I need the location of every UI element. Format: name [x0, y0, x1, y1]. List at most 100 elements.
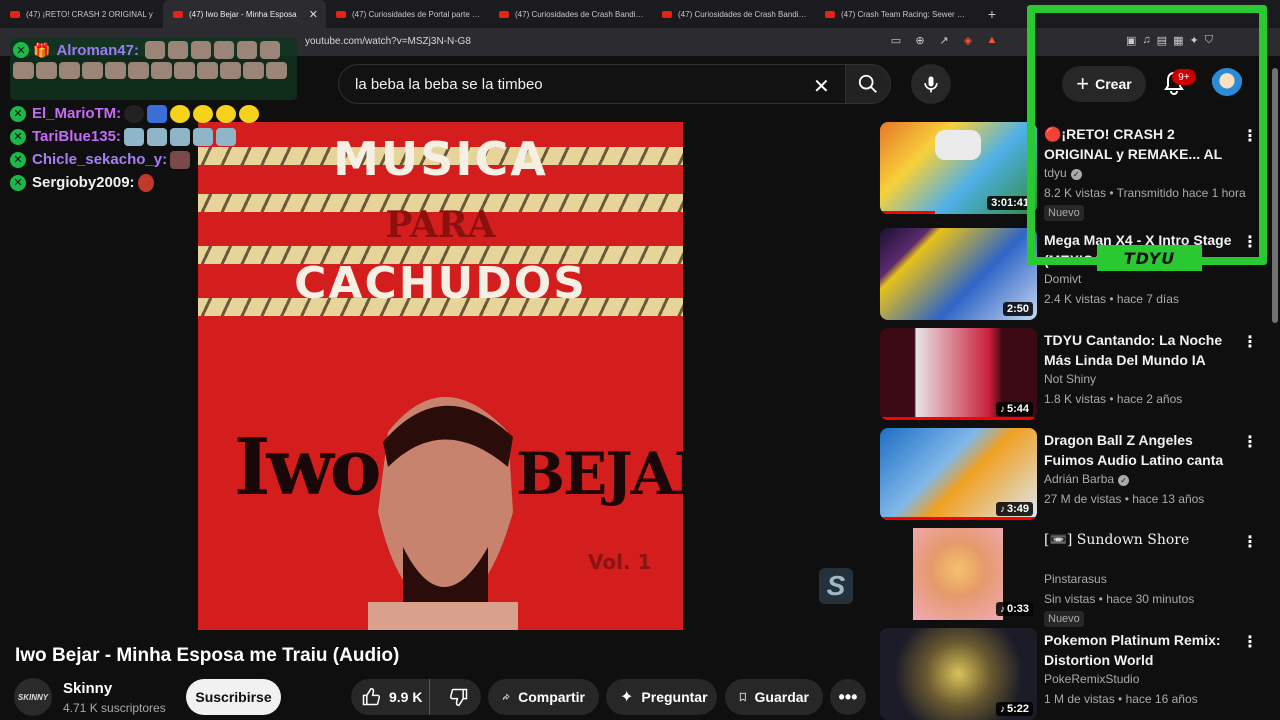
emote-row [13, 62, 294, 79]
search-box: ✕ [338, 64, 846, 104]
video-thumbnail[interactable]: 3:01:41 [880, 122, 1037, 214]
related-video[interactable]: ♪ 5:44 TDYU Cantando: La Noche Más Linda … [880, 328, 1260, 422]
emote-icon [169, 127, 190, 146]
wallet-icon[interactable]: ▦ [1173, 34, 1183, 47]
related-channel[interactable]: tdyu ✓ [1044, 166, 1082, 180]
chat-username: Sergioby2009: [32, 174, 135, 191]
url-text[interactable]: youtube.com/watch?v=MSZj3N-N-G8 [305, 36, 471, 47]
media-icon[interactable]: ♫ [1142, 34, 1150, 47]
video-duration: 2:50 [1002, 302, 1033, 316]
emote-icon [147, 104, 168, 123]
ask-button[interactable]: ✦ Preguntar [606, 679, 717, 715]
vpn-icon[interactable]: ⛉ [1205, 34, 1213, 47]
close-tab-icon[interactable]: ✕ [309, 8, 318, 21]
related-title: Pokemon Platinum Remix: Distortion World [1044, 632, 1221, 668]
like-icon [362, 687, 381, 706]
related-channel[interactable]: Domivt [1044, 272, 1081, 286]
channel-watermark[interactable]: S [819, 568, 853, 604]
sidebar-icon[interactable]: ▤ [1157, 34, 1167, 47]
browser-tab[interactable]: (47) Curiosidades de Crash Bandicoo [652, 0, 815, 28]
duration-label: 3:49 [1006, 503, 1029, 515]
related-channel[interactable]: Adrián Barba ✓ [1044, 472, 1130, 486]
browser-tab[interactable]: (47) ¡RETO! CRASH 2 ORIGINAL y [0, 0, 163, 28]
new-tab-button[interactable]: + [978, 0, 1006, 28]
screenshot-icon[interactable]: ▣ [1126, 34, 1136, 47]
more-actions-button[interactable]: ••• [830, 679, 866, 715]
page-scrollbar[interactable] [1270, 56, 1280, 720]
install-app-icon[interactable]: ▭ [888, 34, 904, 47]
related-video[interactable]: ♪ 5:22 Pokemon Platinum Remix: Distortion… [880, 628, 1260, 720]
like-button[interactable]: 9.9 K [351, 679, 430, 715]
chat-message: ✕ TariBlue135: [10, 125, 297, 148]
emote-icon [215, 127, 236, 146]
more-icon[interactable]: ⋮ [1242, 532, 1258, 552]
brave-shield-icon[interactable]: ◈ [960, 34, 976, 47]
more-icon[interactable]: ⋮ [1242, 632, 1258, 652]
duration-label: 0:33 [1006, 603, 1029, 615]
video-player[interactable]: MUSICA PARA CACHUDOS Iwo BEJAR Vol. 1 [198, 122, 683, 630]
browser-tab[interactable]: (47) Curiosidades de Portal parte 6 (( [326, 0, 489, 28]
voice-search-button[interactable] [911, 64, 951, 104]
related-video[interactable]: 2:50 Mega Man X4 - X Intro Stage (MEXICA… [880, 228, 1260, 322]
cover-volume: Vol. 1 [588, 550, 652, 574]
more-icon[interactable]: ⋮ [1242, 432, 1258, 452]
user-avatar[interactable] [1211, 68, 1243, 100]
more-icon[interactable]: ⋮ [1242, 232, 1258, 252]
related-meta: 27 M de vistas • hace 13 años [1044, 492, 1205, 506]
search-icon [858, 74, 877, 93]
video-thumbnail[interactable]: ♪ 5:44 [880, 328, 1037, 420]
channel-avatar[interactable]: SKINNY [14, 678, 52, 716]
verified-icon: ✓ [1118, 475, 1130, 486]
moderator-badge-icon: ✕ [10, 151, 26, 168]
moderator-badge-icon: ✕ [10, 105, 26, 122]
share-label: Compartir [518, 689, 585, 705]
cover-line-2: PARA [385, 204, 496, 246]
related-channel[interactable]: Not Shiny [1044, 372, 1096, 386]
emote-icon [137, 173, 154, 192]
related-meta: 2.4 K vistas • hace 7 días [1044, 292, 1179, 306]
related-channel[interactable]: PokeRemixStudio [1044, 672, 1139, 686]
dislike-button[interactable] [438, 679, 481, 715]
related-meta: 1.8 K vistas • hace 2 años [1044, 392, 1183, 406]
brave-rewards-icon[interactable]: ▲ [984, 34, 1000, 47]
share-page-icon[interactable]: ↗ [936, 34, 952, 47]
channel-name[interactable]: Skinny [63, 680, 112, 697]
share-button[interactable]: Compartir [488, 679, 599, 715]
more-icon[interactable]: ⋮ [1242, 332, 1258, 352]
search-button[interactable] [845, 64, 891, 104]
related-channel[interactable]: Pinstarasus [1044, 572, 1107, 586]
video-thumbnail[interactable]: 2:50 [880, 228, 1037, 320]
cover-line-3: CACHUDOS [294, 258, 587, 309]
subscribe-button[interactable]: Suscribirse [186, 679, 281, 715]
save-button[interactable]: Guardar [725, 679, 823, 715]
sparkle-icon: ✦ [620, 689, 634, 706]
video-thumbnail[interactable]: ♪ 5:22 [880, 628, 1037, 720]
chat-message: ✕ Chicle_sekacho_y: [10, 148, 297, 171]
video-thumbnail[interactable]: ♪ 0:33 [880, 528, 1037, 620]
related-video[interactable]: 3:01:41 🔴¡RETO! CRASH 2 ORIGINAL y REMAK… [880, 122, 1260, 221]
clear-search-icon[interactable]: ✕ [813, 74, 830, 99]
zoom-icon[interactable]: ⊕ [912, 34, 928, 47]
music-note-icon: ♪ [999, 704, 1005, 715]
browser-tab-active[interactable]: (47) Iwo Bejar - Minha Esposa ✕ [163, 0, 326, 28]
emote-icon [192, 127, 213, 146]
related-meta: 1 M de vistas • hace 16 años [1044, 692, 1198, 706]
search-input[interactable] [355, 65, 805, 103]
stream-chat-overlay: ✕ 🎁 Alroman47: ✕ El_MarioTM: ✕ TariBlue1… [10, 38, 297, 194]
emote-icon [197, 62, 218, 79]
video-thumbnail[interactable]: ♪ 3:49 [880, 428, 1037, 520]
browser-tab[interactable]: (47) Curiosidades de Crash Bandicoo [489, 0, 652, 28]
emote-icon [124, 104, 145, 123]
subscriber-count: 4.71 K suscriptores [63, 701, 166, 715]
music-note-icon: ♪ [999, 504, 1005, 515]
create-button[interactable]: + Crear [1062, 66, 1146, 102]
browser-tab[interactable]: (47) Crash Team Racing: Sewer Speed [815, 0, 978, 28]
more-icon[interactable]: ⋮ [1242, 126, 1258, 146]
emote-icon [146, 127, 167, 146]
youtube-favicon-icon [825, 10, 835, 18]
related-video[interactable]: ♪ 3:49 Dragon Ball Z Angeles Fuimos Audio… [880, 428, 1260, 522]
related-video[interactable]: ♪ 0:33 [📼] Sundown Shore Pinstarasus Sin … [880, 528, 1260, 627]
scrollbar-thumb[interactable] [1272, 68, 1278, 323]
leo-icon[interactable]: ✦ [1189, 34, 1198, 47]
new-badge: Nuevo [1044, 611, 1084, 627]
